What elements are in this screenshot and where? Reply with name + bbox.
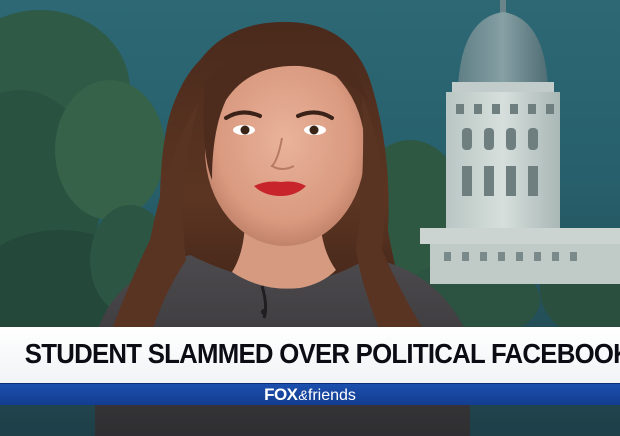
network-name: FOX xyxy=(264,385,298,404)
video-frame: STUDENT SLAMMED OVER POLITICAL FACEBOOK … xyxy=(0,0,620,436)
network-brand-strip: FOX&friends xyxy=(0,383,620,405)
fox-and-friends-logo: FOX&friends xyxy=(0,384,620,405)
show-name: friends xyxy=(307,387,356,404)
headline-bar: STUDENT SLAMMED OVER POLITICAL FACEBOOK … xyxy=(0,327,620,383)
network-ampersand: & xyxy=(298,387,308,403)
capitol-building xyxy=(420,0,620,284)
headline-text: STUDENT SLAMMED OVER POLITICAL FACEBOOK … xyxy=(24,338,620,369)
lower-frame-band xyxy=(0,405,620,436)
